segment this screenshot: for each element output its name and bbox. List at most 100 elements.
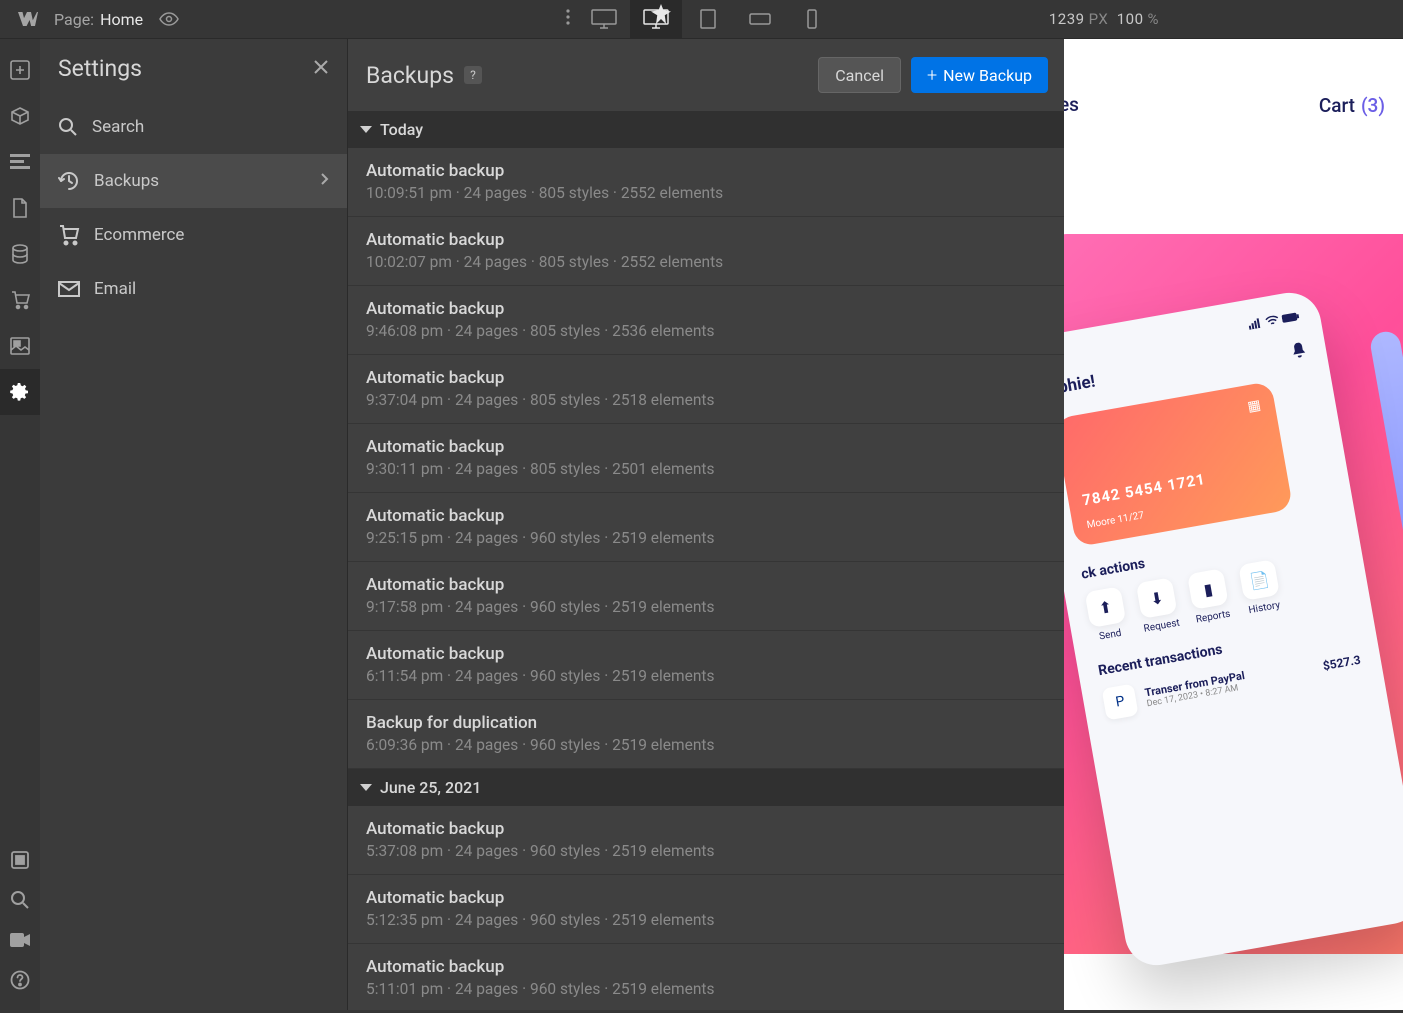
backup-meta: 10:02:07 pm · 24 pages · 805 styles · 25…	[366, 253, 1046, 271]
page-name[interactable]: Home	[100, 10, 143, 29]
backup-item[interactable]: Automatic backup 10:02:07 pm · 24 pages ·…	[348, 217, 1064, 286]
backup-name: Automatic backup	[366, 368, 1046, 388]
quick-action-icon: ▮	[1187, 568, 1229, 610]
backup-name: Automatic backup	[366, 888, 1046, 908]
backup-item[interactable]: Automatic backup5:37:08 pm · 24 pages · …	[348, 806, 1064, 875]
breakpoint-desktop-base-icon[interactable]	[630, 0, 682, 39]
card-holder: Moore 11/27	[1086, 510, 1145, 531]
quick-action[interactable]: 📄History	[1239, 559, 1283, 616]
help-rail-icon[interactable]	[0, 960, 40, 1000]
quick-action-icon: 📄	[1239, 559, 1281, 601]
backup-meta: 9:17:58 pm · 24 pages · 960 styles · 251…	[366, 598, 1046, 616]
backup-name: Automatic backup	[366, 644, 1046, 664]
navigator-icon[interactable]	[0, 139, 40, 185]
backup-item[interactable]: Automatic backup9:25:15 pm · 24 pages · …	[348, 493, 1064, 562]
sidebar-item-email[interactable]: Email	[40, 262, 347, 316]
backup-meta: 9:37:04 pm · 24 pages · 805 styles · 251…	[366, 391, 1046, 409]
box-icon[interactable]	[0, 93, 40, 139]
audit-icon[interactable]	[0, 840, 40, 880]
backup-item[interactable]: Backup for duplication6:09:36 pm · 24 pa…	[348, 700, 1064, 769]
caret-down-icon	[360, 784, 372, 791]
backup-meta: 6:09:36 pm · 24 pages · 960 styles · 251…	[366, 736, 1046, 754]
canvas-size[interactable]: 1239PX 100%	[1049, 10, 1159, 28]
backup-meta: 5:11:01 pm · 24 pages · 960 styles · 251…	[366, 980, 1046, 998]
zoom-value: 100	[1117, 10, 1144, 28]
card-chip-icon: ▦	[1246, 397, 1262, 415]
quick-action-label: History	[1248, 600, 1281, 616]
backup-meta: 9:30:11 pm · 24 pages · 805 styles · 250…	[366, 460, 1046, 478]
search-icon	[58, 117, 78, 137]
canvas-preview: es Cart (3) ophie! ▦ 7842 5454 1721 Moor…	[1063, 39, 1403, 1010]
backup-item[interactable]: Automatic backup 9:30:11 pm · 24 pages · …	[348, 424, 1064, 493]
backup-item[interactable]: Automatic backup 5:11:01 pm · 24 pages · …	[348, 944, 1064, 1013]
nav-cart[interactable]: Cart (3)	[1319, 94, 1385, 117]
backup-item[interactable]: Automatic backup 5:12:35 pm · 24 pages · …	[348, 875, 1064, 944]
credit-card: ▦ 7842 5454 1721 Moore 11/27	[1063, 381, 1293, 547]
settings-panel: Settings Search Backups Ecommerce Email	[40, 39, 348, 1010]
bell-icon	[1291, 342, 1308, 360]
breakpoint-tablet-icon[interactable]	[682, 0, 734, 39]
date-label: June 25, 2021	[380, 778, 481, 797]
breakpoint-mobile-landscape-icon[interactable]	[734, 0, 786, 39]
cms-icon[interactable]	[0, 231, 40, 277]
left-rail	[0, 39, 40, 1010]
caret-down-icon	[360, 126, 372, 133]
backup-item[interactable]: Automatic backup10:09:51 pm · 24 pages ·…	[348, 148, 1064, 217]
sidebar-item-label: Search	[92, 117, 144, 137]
breakpoint-desktop-icon[interactable]	[578, 0, 630, 39]
page-label: Page:	[54, 10, 94, 29]
backup-meta: 9:46:08 pm · 24 pages · 805 styles · 253…	[366, 322, 1046, 340]
quick-action[interactable]: ⬇Request	[1136, 577, 1181, 635]
backup-meta: 5:12:35 pm · 24 pages · 960 styles · 251…	[366, 911, 1046, 929]
ecommerce-icon	[58, 224, 80, 246]
help-badge-icon[interactable]: ?	[464, 66, 482, 84]
backup-item[interactable]: Automatic backup 9:37:04 pm · 24 pages · …	[348, 355, 1064, 424]
backups-title: Backups	[366, 62, 454, 89]
quick-action-label: Send	[1098, 628, 1122, 643]
canvas-width-value: 1239	[1049, 10, 1085, 28]
quick-action-icon: ⬆	[1085, 586, 1127, 628]
sidebar-item-label: Ecommerce	[94, 225, 184, 245]
backup-name: Automatic backup	[366, 575, 1046, 595]
quick-action-label: Reports	[1195, 609, 1231, 626]
backup-name: Automatic backup	[366, 957, 1046, 977]
breakpoint-switcher	[566, 0, 838, 38]
assets-icon[interactable]	[0, 323, 40, 369]
cancel-button[interactable]: Cancel	[818, 57, 901, 93]
backup-item[interactable]: Automatic backup 6:11:54 pm · 24 pages · …	[348, 631, 1064, 700]
plus-icon: +	[927, 65, 937, 86]
breakpoint-more-icon[interactable]	[566, 9, 570, 29]
sidebar-item-backups[interactable]: Backups	[40, 154, 347, 208]
backup-name: Automatic backup	[366, 230, 1046, 250]
quick-action-label: Request	[1143, 618, 1181, 635]
close-icon[interactable]	[313, 59, 329, 79]
add-element-icon[interactable]	[0, 47, 40, 93]
search-rail-icon[interactable]	[0, 880, 40, 920]
zoom-unit: %	[1148, 10, 1160, 28]
sidebar-item-search[interactable]: Search	[40, 100, 347, 154]
top-bar: Page: Home 1239PX 100%	[0, 0, 1403, 39]
quick-action[interactable]: ⬆Send	[1085, 586, 1129, 643]
quick-action[interactable]: ▮Reports	[1187, 568, 1231, 625]
paypal-icon: P	[1102, 683, 1139, 720]
preview-eye-icon[interactable]	[159, 12, 179, 26]
sidebar-item-ecommerce[interactable]: Ecommerce	[40, 208, 347, 262]
settings-gear-icon[interactable]	[0, 369, 40, 415]
sidebar-item-label: Email	[94, 279, 136, 299]
backup-item[interactable]: Automatic backup 9:17:58 pm · 24 pages · …	[348, 562, 1064, 631]
cart-count: (3)	[1361, 94, 1385, 117]
backup-meta: 6:11:54 pm · 24 pages · 960 styles · 251…	[366, 667, 1046, 685]
date-group-header[interactable]: Today	[348, 111, 1064, 148]
canvas-width-unit: PX	[1089, 10, 1109, 28]
webflow-logo-icon[interactable]	[8, 12, 46, 26]
pages-icon[interactable]	[0, 185, 40, 231]
ecommerce-rail-icon[interactable]	[0, 277, 40, 323]
breakpoint-mobile-portrait-icon[interactable]	[786, 0, 838, 39]
backup-meta: 9:25:15 pm · 24 pages · 960 styles · 251…	[366, 529, 1046, 547]
new-backup-button[interactable]: +New Backup	[911, 57, 1048, 93]
date-group-header[interactable]: June 25, 2021	[348, 769, 1064, 806]
date-label: Today	[380, 120, 423, 139]
video-tutorial-icon[interactable]	[0, 920, 40, 960]
backup-name: Automatic backup	[366, 437, 1046, 457]
backup-item[interactable]: Automatic backup9:46:08 pm · 24 pages · …	[348, 286, 1064, 355]
